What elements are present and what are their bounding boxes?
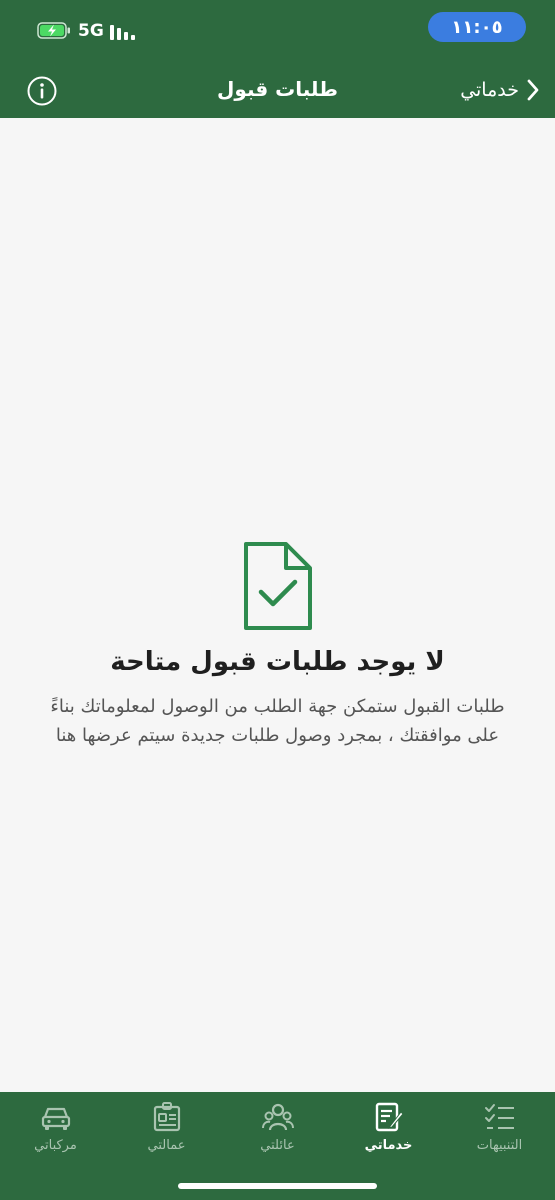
nav-item-notifications[interactable]: التنبيهات	[444, 1100, 555, 1164]
signal-bars-icon	[110, 25, 135, 40]
back-label: خدماتي	[460, 79, 519, 101]
nav-label-family: عائلتي	[260, 1138, 295, 1153]
battery-charging-icon	[37, 22, 70, 39]
nav-item-services[interactable]: خدماتي	[333, 1100, 444, 1164]
car-icon	[41, 1107, 70, 1130]
status-bar: 5G ١١:٠٥	[0, 0, 555, 66]
empty-state-title: لا يوجد طلبات قبول متاحة	[110, 647, 445, 677]
checklist-icon	[484, 1104, 514, 1129]
nav-item-family[interactable]: عائلتي	[222, 1100, 333, 1164]
empty-state: لا يوجد طلبات قبول متاحة طلبات القبول ست…	[0, 540, 555, 750]
document-check-icon	[243, 542, 312, 630]
nav-label-vehicles: مركباتي	[34, 1138, 77, 1153]
nav-item-vehicles[interactable]: مركباتي	[0, 1100, 111, 1164]
back-button[interactable]: خدماتي	[460, 72, 541, 108]
family-icon	[261, 1103, 294, 1131]
empty-state-message: طلبات القبول ستمكن جهة الطلب من الوصول ل…	[50, 696, 505, 746]
services-document-icon	[375, 1102, 404, 1132]
home-indicator	[178, 1183, 377, 1189]
status-time: ١١:٠٥	[428, 12, 526, 42]
id-card-icon	[153, 1102, 180, 1132]
header-bar: طلبات قبول خدماتي	[0, 66, 555, 118]
nav-label-workers: عمالتي	[147, 1138, 186, 1153]
chevron-right-icon	[527, 79, 539, 101]
nav-label-services: خدماتي	[364, 1138, 413, 1153]
nav-item-workers[interactable]: عمالتي	[111, 1100, 222, 1164]
nav-label-notifications: التنبيهات	[476, 1138, 523, 1153]
network-type: 5G	[78, 21, 104, 41]
